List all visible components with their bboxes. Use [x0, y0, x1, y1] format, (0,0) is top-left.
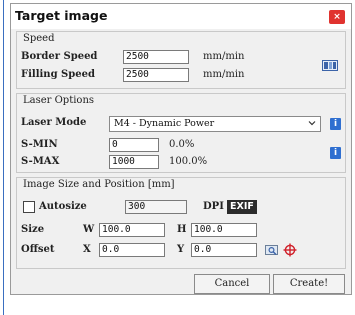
width-axis-label: W [83, 224, 95, 235]
laser-mode-info-icon[interactable]: i [330, 118, 341, 130]
width-input[interactable]: 100.0 [99, 223, 165, 237]
speed-group: Speed Border Speed 2500 mm/min Filling S… [16, 31, 346, 89]
image-size-group: Image Size and Position [mm] Autosize 30… [16, 177, 346, 269]
dpi-input[interactable]: 300 [125, 200, 187, 214]
target-image-dialog: Target image × Speed Border Speed 2500 m… [10, 3, 352, 295]
close-button[interactable]: × [329, 10, 345, 24]
presets-icon[interactable] [322, 59, 338, 71]
smin-percent: 0.0% [169, 139, 195, 150]
laser-mode-value: M4 - Dynamic Power [114, 118, 215, 129]
offset-x-input[interactable]: 0.0 [99, 243, 165, 257]
offset-y-label: Y [177, 244, 185, 255]
laser-mode-label: Laser Mode [21, 117, 87, 128]
offset-y-input[interactable]: 0.0 [191, 243, 257, 257]
laser-mode-select[interactable]: M4 - Dynamic Power [109, 116, 321, 132]
autosize-checkbox[interactable] [23, 201, 35, 213]
filling-speed-label: Filling Speed [21, 69, 95, 80]
title-bar: Target image × [11, 4, 351, 29]
border-speed-unit: mm/min [203, 51, 245, 62]
smax-percent: 100.0% [169, 156, 208, 167]
exif-button[interactable]: EXIF [227, 200, 257, 214]
size-label: Size [21, 224, 45, 235]
smax-input[interactable]: 1000 [109, 155, 159, 169]
offset-label: Offset [21, 244, 55, 255]
border-speed-label: Border Speed [21, 51, 98, 62]
cancel-button[interactable]: Cancel [194, 274, 270, 294]
dpi-label: DPI [203, 201, 224, 212]
speed-group-title: Speed [23, 33, 55, 44]
locate-image-icon[interactable] [265, 244, 279, 256]
border-speed-input[interactable]: 2500 [123, 50, 189, 64]
laser-options-title: Laser Options [23, 95, 95, 106]
filling-speed-unit: mm/min [203, 69, 245, 80]
smax-label: S-MAX [21, 156, 60, 167]
laser-options-group: Laser Options Laser Mode M4 - Dynamic Po… [16, 93, 346, 173]
offset-x-label: X [83, 244, 91, 255]
chevron-down-icon [308, 121, 316, 126]
power-info-icon[interactable]: i [330, 147, 341, 159]
height-axis-label: H [177, 224, 187, 235]
left-edge-rule [3, 0, 4, 315]
filling-speed-input[interactable]: 2500 [123, 68, 189, 82]
create-button[interactable]: Create! [273, 274, 345, 294]
height-input[interactable]: 100.0 [191, 223, 257, 237]
autosize-label: Autosize [39, 201, 87, 212]
crosshair-target-icon[interactable] [283, 243, 297, 257]
smin-label: S-MIN [21, 139, 58, 150]
smin-input[interactable]: 0 [109, 138, 159, 152]
dialog-title: Target image [15, 8, 108, 23]
image-size-title: Image Size and Position [mm] [23, 179, 175, 190]
